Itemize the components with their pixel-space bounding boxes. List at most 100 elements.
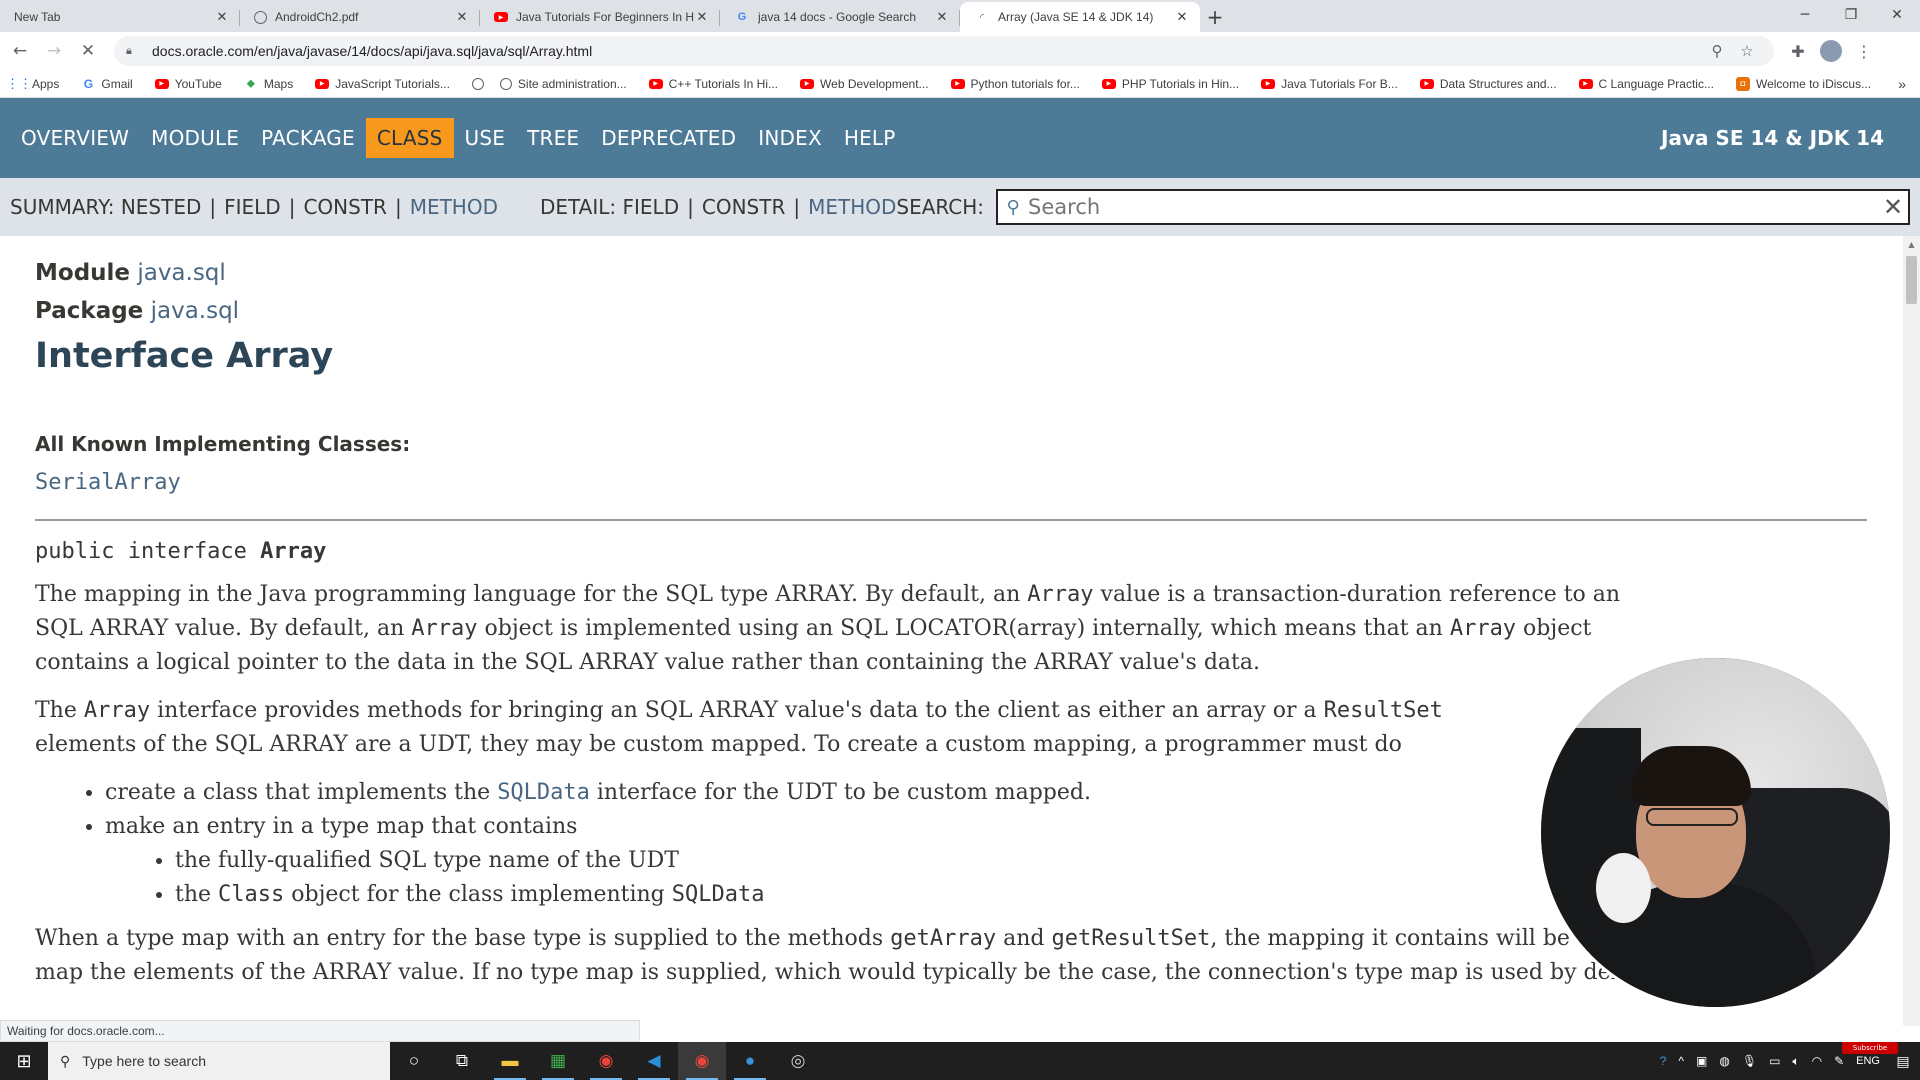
address-bar[interactable]: 🔒︎ docs.oracle.com/en/java/javase/14/doc… [114,36,1774,66]
nav-package[interactable]: PACKAGE [250,118,366,158]
bookmark-php[interactable]: ▶ PHP Tutorials in Hin... [1101,77,1239,91]
bookmark-cpp[interactable]: ▶ C++ Tutorials In Hi... [648,77,778,91]
tab-google-search[interactable]: G java 14 docs - Google Search ✕ [720,2,960,32]
close-icon[interactable]: ✕ [934,9,950,25]
windows-start-icon[interactable]: ⊞ [0,1042,48,1080]
text: and [996,926,1052,951]
restore-icon[interactable]: ❐ [1828,0,1874,30]
text-line: SQL ARRAY value. By default, an Array ob… [35,612,1865,646]
file-explorer-icon[interactable]: ▬ [486,1042,534,1080]
bookmark-site-admin[interactable]: Site administration... [499,77,627,91]
pen-icon[interactable]: ✎ [1834,1054,1844,1068]
code-text: Array [411,616,478,641]
module-link[interactable]: java.sql [137,260,225,286]
nav-use[interactable]: USE [454,118,517,158]
bookmark-youtube[interactable]: ▶ YouTube [154,77,222,91]
close-icon[interactable]: ✕ [1174,9,1190,25]
nav-module[interactable]: MODULE [140,118,250,158]
vscode-icon[interactable]: ◀ [630,1042,678,1080]
more-bookmarks-icon[interactable]: » [1898,76,1906,92]
tab-java-tutorials[interactable]: ▶ Java Tutorials For Beginners In Hi ✕ [480,2,720,32]
forward-arrow-icon[interactable]: → [40,37,68,65]
bookmark-maps[interactable]: ⬥ Maps [244,76,294,91]
back-arrow-icon[interactable]: ← [6,37,34,65]
extensions-puzzle-icon[interactable]: ✚ [1782,42,1814,61]
bookmark-webdev[interactable]: ▶ Web Development... [800,77,929,91]
nav-deprecated[interactable]: DEPRECATED [590,118,747,158]
code-text: SQLData [671,882,765,907]
nav-tree[interactable]: TREE [516,118,590,158]
chrome-active-icon[interactable]: ◉ [678,1042,726,1080]
bookmark-dsa[interactable]: ▶ Data Structures and... [1419,77,1557,91]
search-input[interactable] [1028,195,1878,219]
scroll-thumb[interactable] [1906,256,1917,304]
chevron-up-icon[interactable]: ^ [1678,1054,1684,1068]
battery-icon[interactable]: ▭ [1769,1054,1780,1068]
bookmark-gmail[interactable]: G Gmail [81,76,133,91]
spreadsheet-app-icon[interactable]: ▦ [534,1042,582,1080]
maps-icon: ⬥ [246,76,256,90]
tab-androidch2-pdf[interactable]: AndroidCh2.pdf ✕ [240,2,480,32]
microphone-icon[interactable]: 🎙︎ [1742,1054,1757,1068]
obs-icon[interactable]: ◎ [774,1042,822,1080]
separator: | [209,195,217,219]
volume-icon[interactable]: 🔈︎ [1792,1054,1799,1069]
tab-title: New Tab [14,10,61,24]
summary-method-link[interactable]: METHOD [410,195,498,219]
tray-app-icon[interactable]: ▣ [1696,1054,1707,1068]
sqldata-link[interactable]: SQLData [497,780,590,805]
task-view-icon[interactable]: ⧉ [438,1042,486,1080]
summary-field-link[interactable]: FIELD [224,195,281,219]
nav-help[interactable]: HELP [833,118,907,158]
detail-constr-link[interactable]: CONSTR [702,195,785,219]
tab-new-tab[interactable]: New Tab ✕ [0,2,240,32]
scroll-up-icon[interactable]: ▲ [1903,236,1920,253]
summary-constr-link[interactable]: CONSTR [303,195,386,219]
nav-index[interactable]: INDEX [747,118,833,158]
clear-search-icon[interactable]: ✕ [1878,193,1908,221]
taskbar-search[interactable]: ⚲ Type here to search [48,1042,390,1080]
new-tab-button[interactable]: + [1200,2,1230,32]
chrome-icon[interactable]: ◉ [582,1042,630,1080]
bookmark-java[interactable]: ▶ Java Tutorials For B... [1261,77,1398,91]
search-icon: ⚲ [60,1052,71,1069]
close-icon[interactable]: ✕ [694,9,710,25]
bookmark-idiscuss[interactable]: ◘ Welcome to iDiscus... [1735,76,1871,91]
youtube-icon: ▶ [648,78,663,89]
tray-app-icon[interactable]: ◍ [1719,1054,1729,1068]
summary-nested-link[interactable]: NESTED [121,195,202,219]
bookmark-star-icon[interactable]: ☆ [1732,42,1762,60]
package-link[interactable]: java.sql [151,298,239,324]
tab-array-javadoc[interactable]: ◜ Array (Java SE 14 & JDK 14) ✕ [960,2,1200,32]
bookmark-label: JavaScript Tutorials... [335,76,450,91]
serialarray-link[interactable]: SerialArray [35,470,1870,495]
bookmark-c-language[interactable]: ▶ C Language Practic... [1578,77,1714,91]
detail-field-link[interactable]: FIELD [623,195,680,219]
detail-method-link[interactable]: METHOD [808,195,896,219]
discuss-icon: ◘ [1735,76,1750,91]
bookmark-python[interactable]: ▶ Python tutorials for... [950,77,1080,91]
help-icon[interactable]: ? [1660,1054,1667,1068]
wifi-icon[interactable]: ◠ [1812,1054,1822,1068]
search-box: ⚲ ✕ [996,189,1910,225]
summary-label: SUMMARY: [10,195,115,219]
nav-overview[interactable]: OVERVIEW [10,118,140,158]
globe-icon [499,77,512,90]
close-window-icon[interactable]: ✕ [1874,0,1920,30]
close-icon[interactable]: ✕ [454,9,470,25]
bookmark-apps[interactable]: ⋮⋮ Apps [6,76,60,91]
bookmark-javascript[interactable]: ▶ JavaScript Tutorials... [315,77,450,91]
stop-loading-icon[interactable]: ✕ [74,37,102,65]
minimize-icon[interactable]: ─ [1782,0,1828,30]
bookmark-label: Gmail [101,76,133,91]
bookmark-label: Apps [32,76,60,91]
language-indicator[interactable]: ENG [1856,1055,1880,1067]
vertical-scrollbar[interactable]: ▲ [1903,236,1920,1026]
profile-avatar[interactable] [1820,40,1842,62]
cortana-icon[interactable]: ○ [390,1042,438,1080]
close-icon[interactable]: ✕ [214,9,230,25]
zoom-icon[interactable]: ⚲ [1702,42,1732,60]
menu-kebab-icon[interactable]: ⋮ [1848,42,1880,61]
app-blue-icon[interactable]: ● [726,1042,774,1080]
bookmark-globe[interactable] [471,77,490,90]
